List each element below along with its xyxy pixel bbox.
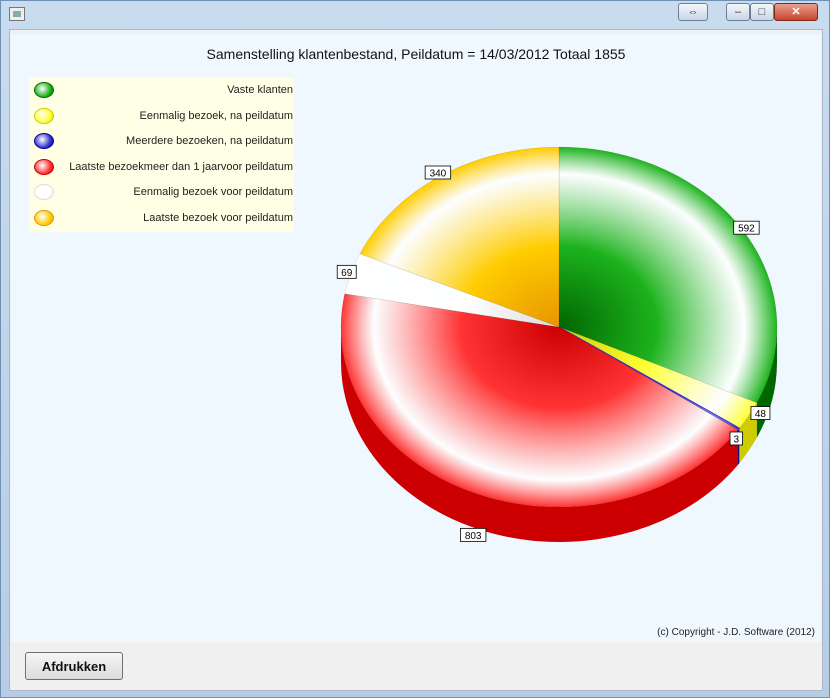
data-label-text: 803	[465, 531, 482, 542]
data-label: 69	[336, 264, 357, 279]
chart-panel: Samenstelling klantenbestand, Peildatum …	[11, 34, 821, 642]
data-label: 3	[729, 431, 743, 445]
data-label-text: 69	[341, 268, 353, 279]
pie-chart: 592 48 3 803 69 340	[336, 146, 778, 542]
data-label: 340	[424, 165, 452, 180]
restore-size-button[interactable]: ⇔	[678, 3, 708, 21]
data-label-text: 340	[430, 169, 447, 180]
print-button[interactable]: Afdrukken	[25, 652, 123, 680]
title-bar: ⇔ – □ ✕	[1, 1, 829, 29]
data-label-text: 48	[755, 409, 767, 420]
close-button[interactable]: ✕	[774, 3, 818, 21]
data-label: 803	[460, 527, 487, 542]
data-label: 48	[750, 406, 771, 420]
minimize-button[interactable]: –	[726, 3, 750, 21]
client-area: Samenstelling klantenbestand, Peildatum …	[9, 29, 823, 691]
data-label: 592	[733, 220, 760, 235]
copyright-text: (c) Copyright - J.D. Software (2012)	[657, 627, 815, 638]
data-label-text: 592	[738, 224, 755, 235]
app-icon	[9, 7, 25, 21]
data-label-text: 3	[733, 434, 739, 445]
maximize-button[interactable]: □	[750, 3, 774, 21]
app-window: ⇔ – □ ✕ Samenstelling klantenbestand, Pe…	[0, 0, 830, 698]
